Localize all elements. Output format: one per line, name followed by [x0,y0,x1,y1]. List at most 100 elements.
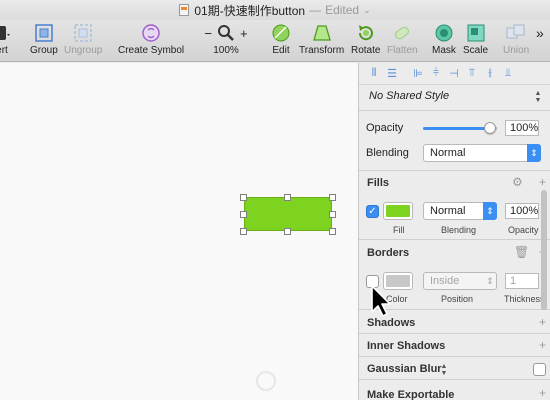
border-position-value: Inside [430,275,460,287]
resize-handle-left[interactable] [240,211,247,218]
fill-opacity-caption: Opacity [508,225,539,235]
mask-label: Mask [432,45,456,56]
fill-opacity-field[interactable]: 100% [505,203,539,219]
border-thickness-field[interactable]: 1 [505,273,539,289]
inspector-scrollbar[interactable] [541,190,547,310]
border-position-select[interactable]: Inside ⇕ [423,272,497,290]
gaussian-blur-title[interactable]: Gaussian Blur [367,363,442,375]
zoom-control: − + 100% [200,22,252,56]
blur-type-stepper-icon[interactable]: ▲ ▼ [439,363,449,377]
group-icon [30,22,58,44]
border-position-caption: Position [441,294,474,304]
resize-handle-top[interactable] [284,194,291,201]
resize-handle-right[interactable] [329,211,336,218]
border-thickness-caption: Thickness [504,294,545,304]
edit-button[interactable]: Edit [271,22,291,56]
flatten-icon [387,22,418,44]
blending-select[interactable]: Normal ⇕ [423,144,541,162]
union-icon [503,22,529,44]
union-button[interactable]: Union [503,22,529,56]
gear-icon[interactable]: ⚙ [512,175,523,189]
align-bottom-icon[interactable]: ⫫ [499,67,517,81]
transform-button[interactable]: Transform [299,22,344,56]
inner-shadows-title[interactable]: Inner Shadows [367,340,445,352]
opacity-field[interactable]: 100% [505,120,539,136]
distribute-horizontal-icon[interactable]: ⫴ [365,67,383,81]
gaussian-blur-checkbox[interactable] [533,363,546,376]
fill-blending-caption: Blending [441,225,477,235]
resize-handle-bottom-left[interactable] [240,228,247,235]
scale-button[interactable]: Scale [463,22,488,56]
alignment-bar: ⫴ ☰ ⊫ ⫩ ⊣ ⫪ ⫲ ⫫ [359,63,550,85]
inspector-panel: ⫴ ☰ ⊫ ⫩ ⊣ ⫪ ⫲ ⫫ No Shared Style ▲ ▼ Opaci… [358,63,550,400]
align-middle-icon[interactable]: ⫲ [481,67,499,81]
union-label: Union [503,45,530,56]
toolbar-overflow-button[interactable]: » [536,25,544,41]
rotate-button[interactable]: Rotate [351,22,380,56]
group-button[interactable]: Group [30,22,58,56]
add-shadow-button[interactable]: + [539,315,546,329]
button-rectangle[interactable] [244,197,332,231]
rotate-icon [351,22,380,44]
mask-button[interactable]: Mask [432,22,456,56]
document-icon [179,4,190,16]
opacity-slider-track[interactable] [423,127,491,130]
opacity-slider-knob[interactable] [484,122,496,134]
make-exportable-title[interactable]: Make Exportable [367,389,454,400]
fills-title: Fills [367,177,390,189]
create-symbol-label: Create Symbol [118,45,185,56]
transform-icon [299,22,344,44]
resize-handle-top-right[interactable] [329,194,336,201]
zoom-icon [218,25,234,41]
align-right-icon[interactable]: ⊣ [445,67,463,81]
symbol-icon [118,22,184,44]
rotate-label: Rotate [351,45,381,56]
group-label: Group [30,45,58,56]
insert-button[interactable]: ert [0,22,10,56]
select-arrows-icon: ⇕ [527,144,541,162]
title-separator: — [309,3,322,17]
zoom-out-button[interactable]: − [204,26,212,41]
fill-blending-select[interactable]: Normal ⇕ [423,202,497,220]
canvas[interactable] [0,63,358,400]
resize-handle-bottom[interactable] [284,228,291,235]
distribute-vertical-icon[interactable]: ☰ [383,67,401,81]
flatten-button[interactable]: Flatten [387,22,418,56]
borders-title: Borders [367,247,410,259]
fill-blending-value: Normal [430,205,466,217]
blending-value: Normal [430,147,466,159]
document-title[interactable]: 01期-快速制作button [194,2,305,19]
align-top-icon[interactable]: ⫪ [463,67,481,81]
flatten-label: Flatten [387,45,418,56]
insert-label: ert [0,45,8,56]
chevron-down-icon[interactable]: ⌄ [363,5,371,16]
scale-icon [463,22,488,44]
add-inner-shadow-button[interactable]: + [539,338,546,352]
ungroup-icon [64,22,102,44]
shared-style-label[interactable]: No Shared Style [369,90,449,102]
align-center-icon[interactable]: ⫩ [427,67,445,81]
document-status: Edited [325,3,360,17]
transform-label: Transform [299,45,345,56]
fill-caption: Fill [393,225,405,235]
select-arrows-icon: ⇕ [486,275,494,286]
align-left-icon[interactable]: ⊫ [409,67,427,81]
ungroup-button[interactable]: Ungroup [64,22,102,56]
zoom-in-button[interactable]: + [240,26,248,41]
add-fill-button[interactable]: + [539,175,546,189]
fill-color-well[interactable] [383,202,413,220]
shadows-title[interactable]: Shadows [367,317,415,329]
resize-handle-bottom-right[interactable] [329,228,336,235]
add-export-button[interactable]: + [539,386,546,400]
mask-icon [432,22,456,44]
opacity-label: Opacity [366,122,404,134]
shared-style-stepper-icon[interactable]: ▲ ▼ [533,90,543,104]
create-symbol-button[interactable]: Create Symbol [118,22,184,56]
trash-icon[interactable]: 🗑 [514,245,529,259]
edit-icon [271,22,291,44]
ungroup-label: Ungroup [64,45,103,56]
resize-handle-top-left[interactable] [240,194,247,201]
zoom-level: 100% [213,45,239,56]
fill-enabled-checkbox[interactable]: ✓ [366,205,379,218]
scale-label: Scale [463,45,489,56]
